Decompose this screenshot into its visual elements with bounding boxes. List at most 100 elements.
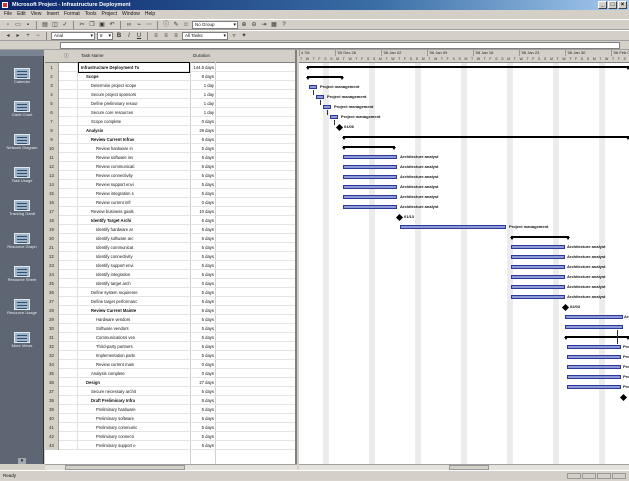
- table-row[interactable]: 18 Identify Target Archi 6 days: [45, 216, 295, 225]
- task-name-cell[interactable]: Review current main: [79, 360, 189, 369]
- duration-cell[interactable]: 6 days: [192, 216, 214, 225]
- task-name-cell[interactable]: Identify hardware ar: [79, 225, 189, 234]
- menu-file[interactable]: File: [4, 10, 12, 19]
- task-bar[interactable]: [567, 355, 621, 359]
- indent-icon[interactable]: ▸: [14, 32, 22, 40]
- dependency-link[interactable]: [617, 330, 618, 344]
- table-row[interactable]: 31 Communications ven 5 days: [45, 333, 295, 342]
- duration-cell[interactable]: 5 days: [192, 315, 214, 324]
- summary-bar[interactable]: [306, 76, 344, 80]
- task-name-cell[interactable]: Identify target arch: [79, 279, 189, 288]
- task-bar[interactable]: [567, 375, 621, 379]
- hide-subtasks-icon[interactable]: −: [34, 32, 42, 40]
- duration-cell[interactable]: 5 days: [192, 234, 214, 243]
- task-name-cell[interactable]: Draft Preliminary Infra: [79, 396, 189, 405]
- row-id[interactable]: 7: [45, 117, 59, 126]
- row-id[interactable]: 36: [45, 378, 59, 387]
- task-name-cell[interactable]: Identify software arc: [79, 234, 189, 243]
- table-row[interactable]: 12 Review communicati 5 days: [45, 162, 295, 171]
- table-row[interactable]: 27 Define target performanc 5 days: [45, 297, 295, 306]
- task-bar[interactable]: [343, 165, 397, 169]
- unlink-icon[interactable]: ⌁: [135, 21, 143, 29]
- task-bar[interactable]: [343, 175, 397, 179]
- task-name-cell[interactable]: Review business goals: [79, 207, 189, 216]
- minimize-button[interactable]: _: [598, 1, 607, 9]
- row-id[interactable]: 6: [45, 108, 59, 117]
- task-name-cell[interactable]: Implementation partn: [79, 351, 189, 360]
- row-id[interactable]: 42: [45, 432, 59, 441]
- align-center-icon[interactable]: ≡: [162, 32, 170, 40]
- duration-cell[interactable]: 5 days: [192, 405, 214, 414]
- table-row[interactable]: 23 Identify support envi 5 days: [45, 261, 295, 270]
- task-name-cell[interactable]: Review Current Mainte: [79, 306, 189, 315]
- dependency-link[interactable]: [334, 120, 335, 125]
- row-id[interactable]: 34: [45, 360, 59, 369]
- table-row[interactable]: 19 Identify hardware ar 5 days: [45, 225, 295, 234]
- print-icon[interactable]: ▤: [41, 21, 49, 29]
- entry-field[interactable]: [60, 42, 620, 49]
- task-bar[interactable]: [343, 185, 397, 189]
- zoom-out-icon[interactable]: ⊖: [250, 21, 258, 29]
- duration-cell[interactable]: 0 days: [192, 279, 214, 288]
- duration-cell[interactable]: 8 days: [192, 72, 214, 81]
- row-id[interactable]: 19: [45, 225, 59, 234]
- table-row[interactable]: 10 Review hardware in 5 days: [45, 144, 295, 153]
- table-row[interactable]: 42 Preliminary connecti 5 days: [45, 432, 295, 441]
- duration-cell[interactable]: 5 days: [192, 423, 214, 432]
- task-name-cell[interactable]: Preliminary connecti: [79, 432, 189, 441]
- font-size-combo[interactable]: 8: [97, 31, 113, 40]
- duration-cell[interactable]: 144.5 days: [192, 63, 215, 72]
- row-id[interactable]: 29: [45, 315, 59, 324]
- summary-bar[interactable]: [510, 236, 570, 240]
- task-name-cell[interactable]: Software vendors: [79, 324, 189, 333]
- duration-cell[interactable]: 6 days: [192, 135, 214, 144]
- group-by-combo[interactable]: No Group: [192, 20, 238, 29]
- open-icon[interactable]: ▭: [14, 21, 22, 29]
- task-name-cell[interactable]: Identify integration: [79, 270, 189, 279]
- duration-cell[interactable]: 5 days: [192, 153, 214, 162]
- view-bar-scroll-down[interactable]: ▾: [18, 458, 26, 464]
- duration-cell[interactable]: 0 days: [192, 117, 214, 126]
- autofilter-icon[interactable]: ▿: [230, 32, 238, 40]
- task-name-cell[interactable]: Review connectivity: [79, 171, 189, 180]
- row-id[interactable]: 41: [45, 423, 59, 432]
- table-row[interactable]: 8 Analysis 29 days: [45, 126, 295, 135]
- task-name-cell[interactable]: Hardware vendors: [79, 315, 189, 324]
- duration-cell[interactable]: 29 days: [192, 126, 214, 135]
- table-row[interactable]: 14 Review support envi 5 days: [45, 180, 295, 189]
- view-bar-item[interactable]: Resource Sheet: [4, 266, 40, 283]
- duration-cell[interactable]: 0 days: [192, 198, 214, 207]
- summary-bar[interactable]: [306, 66, 629, 70]
- duration-cell[interactable]: 5 days: [192, 162, 214, 171]
- task-name-cell[interactable]: Identify support envi: [79, 261, 189, 270]
- view-bar-item[interactable]: Network Diagram: [4, 134, 40, 151]
- row-id[interactable]: 21: [45, 243, 59, 252]
- zoom-in-icon[interactable]: ⊕: [240, 21, 248, 29]
- duration-cell[interactable]: 1 day: [192, 108, 214, 117]
- task-name-header[interactable]: Task Name: [81, 53, 104, 58]
- task-bar[interactable]: [567, 385, 621, 389]
- row-id[interactable]: 12: [45, 162, 59, 171]
- row-id[interactable]: 25: [45, 279, 59, 288]
- row-id[interactable]: 37: [45, 387, 59, 396]
- task-name-cell[interactable]: Scope: [79, 72, 189, 81]
- table-row[interactable]: 17 Review business goals 10 days: [45, 207, 295, 216]
- row-id[interactable]: 3: [45, 81, 59, 90]
- duration-cell[interactable]: 0 days: [192, 369, 214, 378]
- duration-cell[interactable]: 5 days: [192, 252, 214, 261]
- dependency-link[interactable]: [327, 110, 328, 115]
- row-id[interactable]: 26: [45, 288, 59, 297]
- assign-resources-icon[interactable]: ☺: [182, 21, 190, 29]
- task-name-cell[interactable]: Preliminary support e: [79, 441, 189, 450]
- duration-cell[interactable]: 5 days: [192, 414, 214, 423]
- preview-icon[interactable]: ◫: [51, 21, 59, 29]
- bold-icon[interactable]: B: [115, 32, 123, 40]
- task-name-cell[interactable]: Review integration s: [79, 189, 189, 198]
- task-bar[interactable]: [567, 345, 621, 349]
- row-id[interactable]: 23: [45, 261, 59, 270]
- table-row[interactable]: 5 Define preliminary resour 1 day: [45, 99, 295, 108]
- link-icon[interactable]: ∞: [125, 21, 133, 29]
- maximize-button[interactable]: □: [608, 1, 617, 9]
- task-name-cell[interactable]: Identify Target Archi: [79, 216, 189, 225]
- copy-picture-icon[interactable]: ▦: [270, 21, 278, 29]
